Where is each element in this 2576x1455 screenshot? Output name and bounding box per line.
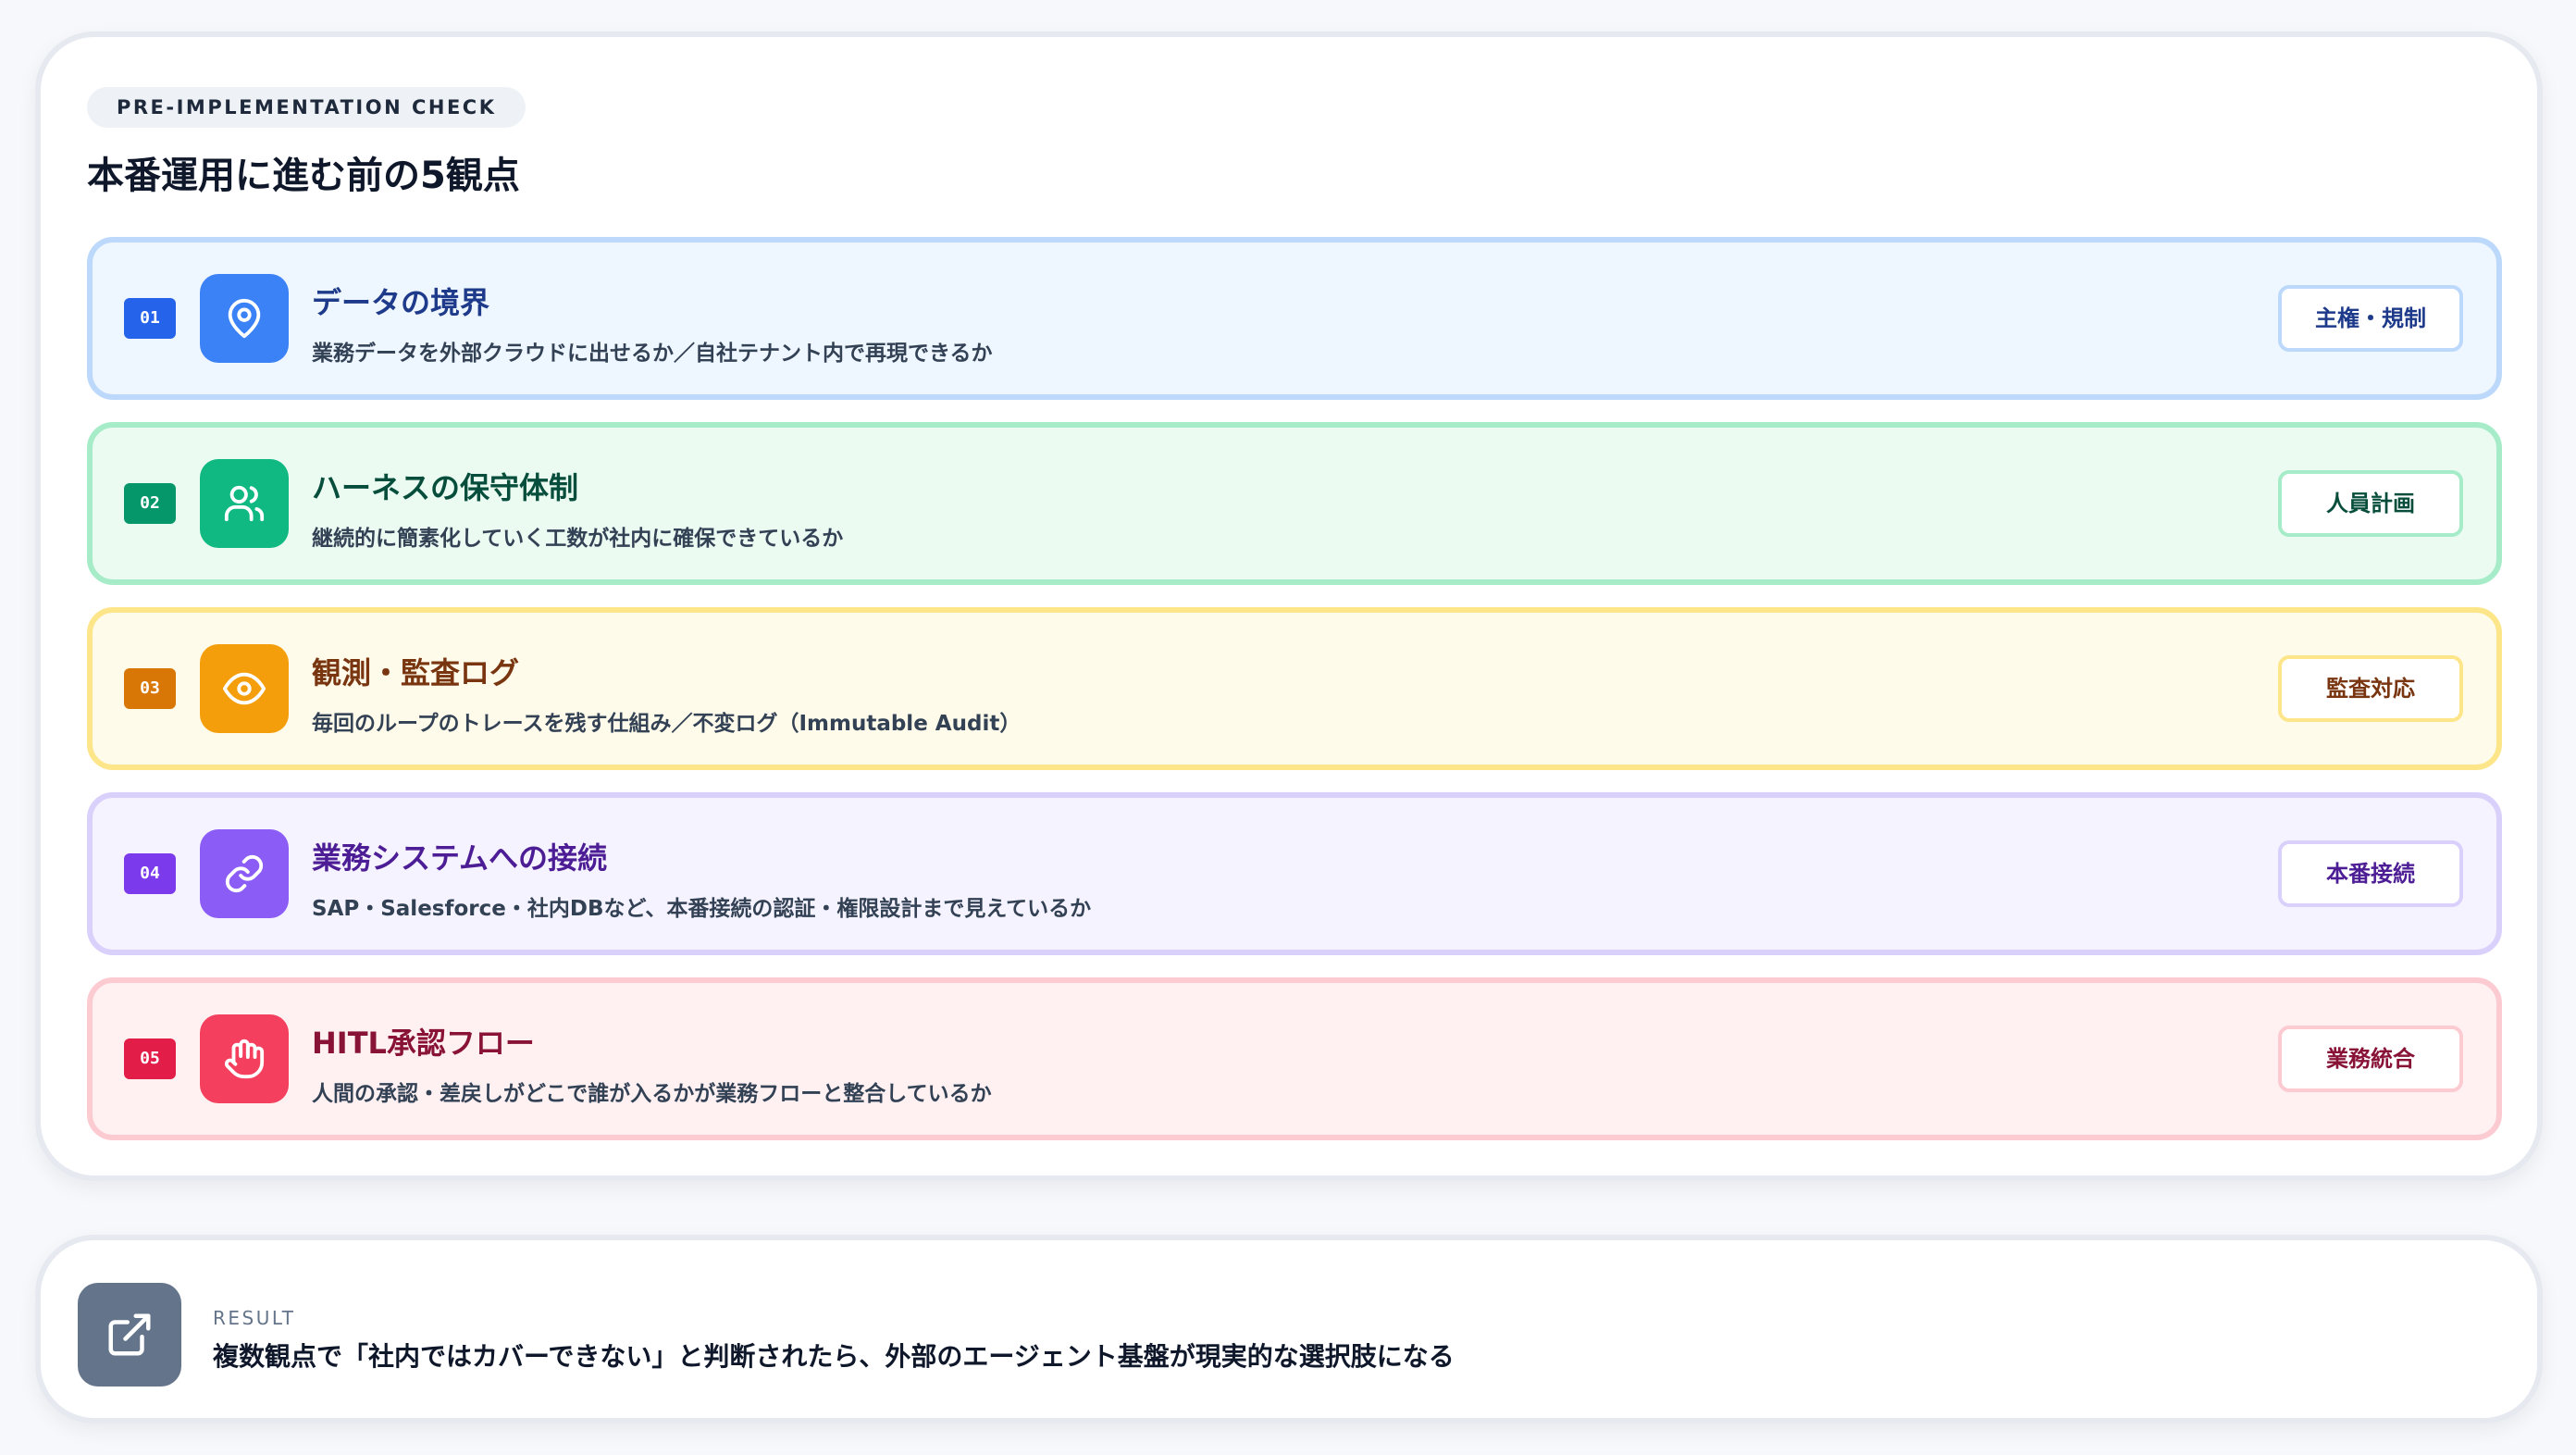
row-tag: 人員計画 xyxy=(2278,470,2463,537)
result-card: RESULT 複数観点で「社内ではカバーできない」と判断されたら、外部のエージェ… xyxy=(35,1235,2543,1424)
result-label: RESULT xyxy=(213,1307,296,1329)
row-number-badge: 01 xyxy=(124,298,176,339)
check-row-harness-maintenance: 02 ハーネスの保守体制 継続的に簡素化していく工数が社内に確保できているか 人… xyxy=(87,422,2502,585)
row-title: HITL承認フロー xyxy=(312,1026,535,1061)
row-title: ハーネスの保守体制 xyxy=(312,470,579,505)
page-title: 本番運用に進む前の5観点 xyxy=(87,155,520,197)
eye-icon xyxy=(200,644,289,733)
checklist-card: PRE-IMPLEMENTATION CHECK 本番運用に進む前の5観点 01… xyxy=(35,31,2543,1181)
row-number-badge: 03 xyxy=(124,668,176,709)
row-tag: 業務統合 xyxy=(2278,1026,2463,1092)
row-description: 人間の承認・差戻しがどこで誰が入るかが業務フローと整合しているか xyxy=(312,1082,992,1106)
check-list: 01 データの境界 業務データを外部クラウドに出せるか／自社テナント内で再現でき… xyxy=(87,237,2502,1163)
check-row-data-boundary: 01 データの境界 業務データを外部クラウドに出せるか／自社テナント内で再現でき… xyxy=(87,237,2502,400)
row-title: 観測・監査ログ xyxy=(312,655,520,690)
row-description: 毎回のループのトレースを残す仕組み／不変ログ（Immutable Audit） xyxy=(312,712,1022,736)
check-row-hitl-approval: 05 HITL承認フロー 人間の承認・差戻しがどこで誰が入るかが業務フローと整合… xyxy=(87,977,2502,1140)
check-row-system-connection: 04 業務システムへの接続 SAP・Salesforce・社内DBなど、本番接続… xyxy=(87,792,2502,955)
link-icon xyxy=(200,829,289,918)
row-title: データの境界 xyxy=(312,285,490,320)
users-icon xyxy=(200,459,289,548)
external-link-icon xyxy=(78,1283,181,1387)
row-tag: 主権・規制 xyxy=(2278,285,2463,352)
result-text: 複数観点で「社内ではカバーできない」と判断されたら、外部のエージェント基盤が現実… xyxy=(213,1341,1455,1372)
row-tag: 本番接続 xyxy=(2278,840,2463,907)
hand-icon xyxy=(200,1014,289,1103)
check-row-observability-audit: 03 観測・監査ログ 毎回のループのトレースを残す仕組み／不変ログ（Immuta… xyxy=(87,607,2502,770)
row-title: 業務システムへの接続 xyxy=(312,840,608,876)
row-description: 継続的に簡素化していく工数が社内に確保できているか xyxy=(312,527,844,551)
row-tag: 監査対応 xyxy=(2278,655,2463,722)
row-number-badge: 05 xyxy=(124,1038,176,1079)
eyebrow-badge: PRE-IMPLEMENTATION CHECK xyxy=(87,87,526,128)
row-number-badge: 04 xyxy=(124,853,176,894)
map-pin-icon xyxy=(200,274,289,363)
row-description: 業務データを外部クラウドに出せるか／自社テナント内で再現できるか xyxy=(312,342,993,366)
row-description: SAP・Salesforce・社内DBなど、本番接続の認証・権限設計まで見えてい… xyxy=(312,897,1092,921)
row-number-badge: 02 xyxy=(124,483,176,524)
